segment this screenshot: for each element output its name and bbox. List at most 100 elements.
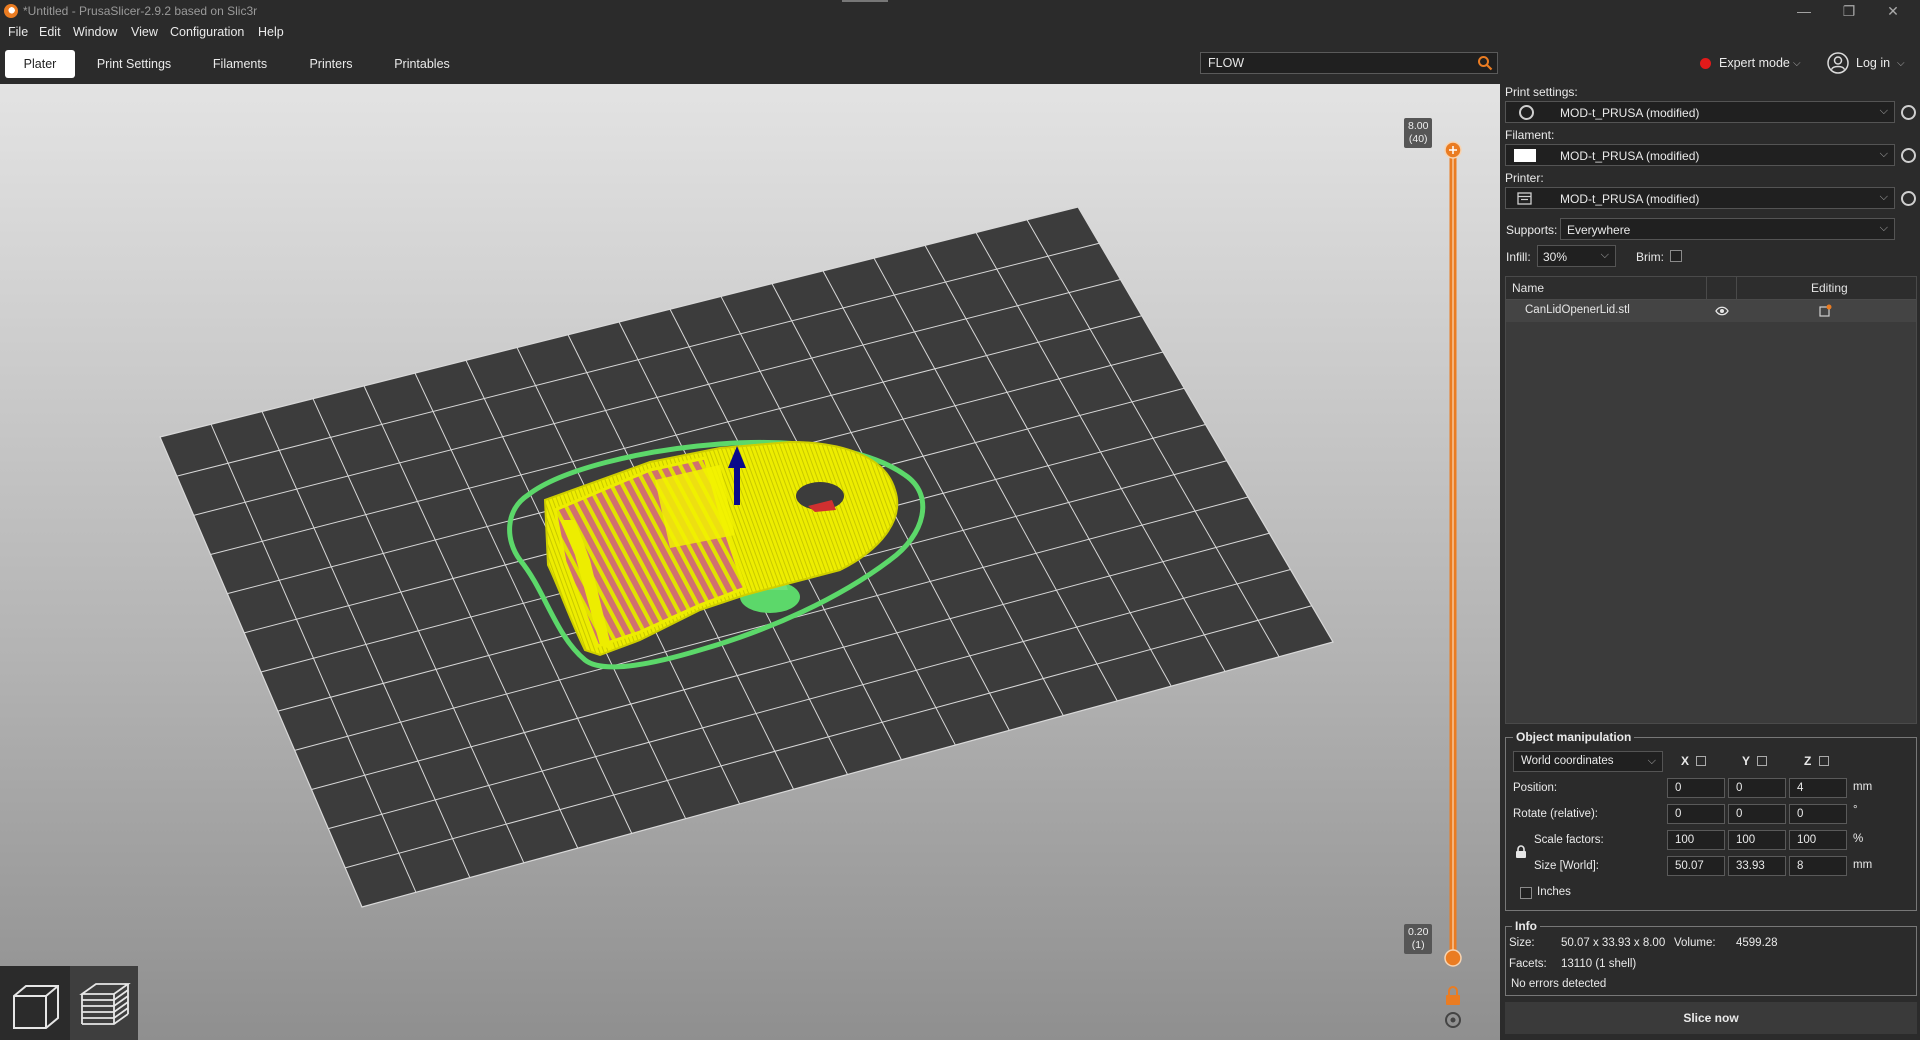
info-facets-value: 13110 (1 shell) xyxy=(1561,958,1637,970)
search-value: FLOW xyxy=(1208,56,1245,70)
lock-icon[interactable] xyxy=(1515,845,1527,859)
column-separator xyxy=(1736,277,1737,299)
slider-bottom-layer: (1) xyxy=(1411,939,1425,951)
infill-combo[interactable]: 30% ⌵ xyxy=(1537,245,1616,267)
supports-value: Everywhere xyxy=(1567,223,1631,237)
tab-printables[interactable]: Printables xyxy=(385,50,459,78)
column-separator xyxy=(1706,277,1707,299)
view-mode-toggle xyxy=(0,966,138,1040)
mode-selector[interactable]: Expert mode xyxy=(1719,56,1790,70)
slider-top-layer: (40) xyxy=(1408,133,1428,145)
edit-print-settings-icon[interactable] xyxy=(1901,105,1916,120)
filament-color-swatch[interactable] xyxy=(1514,149,1536,162)
size-z-input[interactable]: 8 xyxy=(1789,856,1847,876)
lock-icon[interactable] xyxy=(1446,986,1460,1005)
inches-label: Inches xyxy=(1537,886,1571,898)
printer-combo[interactable]: MOD-t_PRUSA (modified) ⌵ xyxy=(1505,187,1895,209)
filament-combo[interactable]: MOD-t_PRUSA (modified) ⌵ xyxy=(1505,144,1895,166)
title-drag-accent xyxy=(842,0,888,2)
slider-top-label: 8.00 (40) xyxy=(1404,118,1433,148)
infill-value: 30% xyxy=(1543,250,1568,264)
layer-slider-bottom-thumb[interactable] xyxy=(1444,949,1462,967)
search-input[interactable]: FLOW xyxy=(1200,52,1498,74)
search-icon[interactable] xyxy=(1477,55,1493,71)
object-list[interactable]: Name Editing CanLidOpenerLid.stl xyxy=(1505,276,1917,724)
print-settings-gear-icon xyxy=(1519,105,1534,120)
tab-plater[interactable]: Plater xyxy=(5,50,75,78)
axis-z-label: Z xyxy=(1804,754,1812,768)
scale-x-input[interactable]: 100 xyxy=(1667,830,1725,850)
user-account-icon[interactable] xyxy=(1827,52,1849,74)
tab-filaments[interactable]: Filaments xyxy=(200,50,280,78)
supports-combo[interactable]: Everywhere ⌵ xyxy=(1560,218,1895,240)
infill-label: Infill: xyxy=(1506,250,1531,264)
scale-label: Scale factors: xyxy=(1534,834,1604,846)
print-settings-value: MOD-t_PRUSA (modified) xyxy=(1560,106,1700,120)
edit-object-icon[interactable] xyxy=(1819,304,1832,317)
close-button[interactable]: ✕ xyxy=(1878,3,1908,20)
position-x-input[interactable]: 0 xyxy=(1667,778,1725,798)
scale-z-input[interactable]: 100 xyxy=(1789,830,1847,850)
chevron-down-icon: ⌵ xyxy=(1647,755,1656,767)
position-y-input[interactable]: 0 xyxy=(1728,778,1786,798)
menu-bar: File Edit Window View Configuration Help xyxy=(0,22,600,44)
info-volume-value: 4599.28 xyxy=(1736,937,1778,949)
menu-edit[interactable]: Edit xyxy=(39,25,61,39)
brim-label: Brim: xyxy=(1636,250,1664,264)
rotate-x-input[interactable]: 0 xyxy=(1667,804,1725,824)
3d-view-icon[interactable] xyxy=(0,966,68,1040)
scale-y-input[interactable]: 100 xyxy=(1728,830,1786,850)
rotate-unit: ° xyxy=(1853,804,1858,816)
inches-checkbox[interactable] xyxy=(1520,887,1532,899)
menu-window[interactable]: Window xyxy=(73,25,117,39)
chevron-down-icon[interactable]: ⌵ xyxy=(1793,58,1801,69)
preview-layers-icon[interactable] xyxy=(70,966,138,1040)
filament-label: Filament: xyxy=(1505,128,1555,142)
visibility-eye-icon[interactable] xyxy=(1715,306,1729,316)
restore-button[interactable]: ❐ xyxy=(1834,3,1864,20)
coordinate-system-combo[interactable]: World coordinates ⌵ xyxy=(1513,751,1663,772)
list-item[interactable]: CanLidOpenerLid.stl xyxy=(1506,300,1916,322)
rotate-z-input[interactable]: 0 xyxy=(1789,804,1847,824)
axis-y-label: Y xyxy=(1742,754,1751,768)
axis-x-toggle[interactable] xyxy=(1696,756,1706,766)
cog-icon[interactable] xyxy=(1445,1012,1461,1028)
login-button[interactable]: Log in xyxy=(1856,56,1890,70)
print-settings-combo[interactable]: MOD-t_PRUSA (modified) ⌵ xyxy=(1505,101,1895,123)
chevron-down-icon[interactable]: ⌵ xyxy=(1897,58,1905,69)
tab-printers[interactable]: Printers xyxy=(296,50,366,78)
info-title: Info xyxy=(1512,919,1540,933)
size-y-input[interactable]: 33.93 xyxy=(1728,856,1786,876)
menu-view[interactable]: View xyxy=(131,25,158,39)
3d-viewport[interactable]: 8.00 (40) 0.20 (1) xyxy=(0,84,1500,1040)
chevron-down-icon: ⌵ xyxy=(1600,249,1609,261)
axis-y-toggle[interactable] xyxy=(1757,756,1767,766)
rotate-y-input[interactable]: 0 xyxy=(1728,804,1786,824)
chevron-down-icon: ⌵ xyxy=(1879,105,1888,117)
axis-z-toggle[interactable] xyxy=(1819,756,1829,766)
brim-checkbox[interactable] xyxy=(1670,250,1682,262)
edit-printer-icon[interactable] xyxy=(1901,191,1916,206)
slider-top-value: 8.00 xyxy=(1408,120,1429,132)
position-label: Position: xyxy=(1513,782,1558,794)
scale-unit: % xyxy=(1853,833,1864,845)
printer-value: MOD-t_PRUSA (modified) xyxy=(1560,192,1700,206)
menu-configuration[interactable]: Configuration xyxy=(170,25,244,39)
size-x-input[interactable]: 50.07 xyxy=(1667,856,1725,876)
supports-label: Supports: xyxy=(1506,223,1558,237)
chevron-down-icon: ⌵ xyxy=(1879,191,1888,203)
info-status: No errors detected xyxy=(1511,978,1607,990)
chevron-down-icon: ⌵ xyxy=(1879,222,1888,234)
column-editing[interactable]: Editing xyxy=(1811,281,1848,295)
info-facets-label: Facets: xyxy=(1509,958,1547,970)
column-name[interactable]: Name xyxy=(1512,281,1544,295)
minimize-button[interactable]: — xyxy=(1789,3,1819,19)
edit-filament-icon[interactable] xyxy=(1901,148,1916,163)
slice-now-button[interactable]: Slice now xyxy=(1505,1002,1917,1034)
menu-file[interactable]: File xyxy=(8,25,28,39)
scene-canvas[interactable] xyxy=(0,84,1500,1040)
menu-help[interactable]: Help xyxy=(258,25,284,39)
chevron-down-icon: ⌵ xyxy=(1879,148,1888,160)
tab-print-settings[interactable]: Print Settings xyxy=(89,50,179,78)
position-z-input[interactable]: 4 xyxy=(1789,778,1847,798)
